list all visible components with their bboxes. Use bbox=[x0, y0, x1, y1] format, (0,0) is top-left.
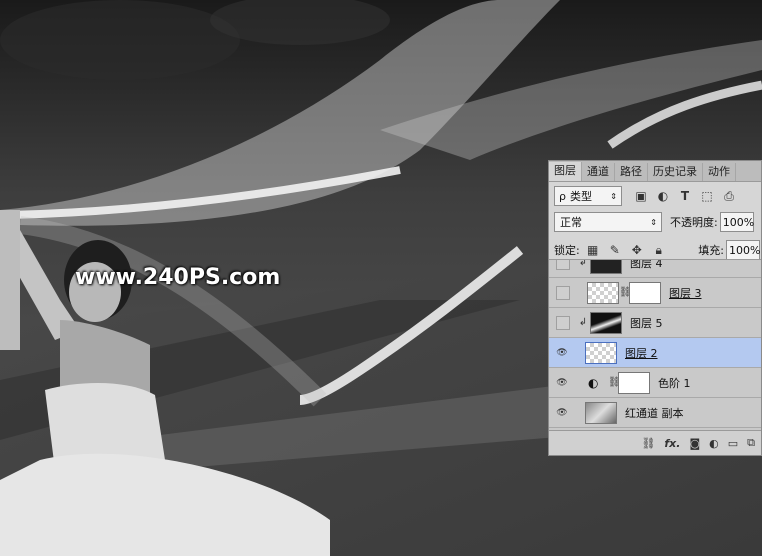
adjustment-levels-icon: ◐ bbox=[588, 375, 599, 390]
search-icon: ρ bbox=[559, 189, 566, 203]
tab-paths[interactable]: 路径 bbox=[615, 163, 648, 181]
layer-thumbnail bbox=[590, 260, 622, 274]
opacity-input[interactable]: 100% bbox=[719, 212, 754, 232]
fill-input[interactable]: 100% bbox=[726, 240, 760, 260]
lock-paint-icon[interactable]: ✎ bbox=[608, 243, 622, 257]
panel-tabs: 图层 通道 路径 历史记录 动作 bbox=[549, 161, 761, 182]
tab-channels[interactable]: 通道 bbox=[582, 163, 615, 181]
tab-history[interactable]: 历史记录 bbox=[648, 163, 703, 181]
kind-label: 类型 bbox=[569, 190, 592, 203]
clip-arrow-icon: ↲ bbox=[578, 259, 588, 268]
layer-name: 红通道 副本 bbox=[625, 406, 684, 420]
visibility-toggle[interactable] bbox=[556, 285, 570, 300]
tab-actions[interactable]: 动作 bbox=[703, 163, 736, 181]
add-mask-icon[interactable]: ◙ bbox=[689, 437, 700, 450]
layer-name: 图层 3 bbox=[669, 286, 702, 300]
fill-label: 填充: bbox=[698, 244, 724, 257]
lock-move-icon[interactable]: ✥ bbox=[630, 243, 644, 257]
lock-transparent-icon[interactable]: ▦ bbox=[586, 243, 600, 257]
layer-mask-thumbnail bbox=[629, 281, 661, 304]
layer-kind-filter[interactable]: ρ 类型 ⇕ bbox=[554, 186, 622, 206]
fx-icon[interactable]: fx. bbox=[664, 437, 680, 450]
panel-bottom-bar: ⛓ fx. ◙ ◐ ▭ ⧉ bbox=[549, 430, 761, 455]
layer-name: 色阶 1 bbox=[658, 376, 691, 390]
adjustment-layer-icon[interactable]: ◐ bbox=[709, 437, 719, 450]
layer-thumbnail bbox=[587, 281, 619, 304]
new-layer-icon[interactable]: ⧉ bbox=[747, 436, 755, 450]
chain-link-icon: ⛓ bbox=[619, 287, 632, 298]
blend-mode-select[interactable]: 正常 ⇕ bbox=[554, 212, 662, 232]
smart-object-filter-icon[interactable]: ⎙ bbox=[722, 189, 736, 203]
layer-name: 图层 5 bbox=[630, 316, 663, 330]
link-layers-icon[interactable]: ⛓ bbox=[641, 437, 655, 450]
layer-thumbnail bbox=[585, 341, 617, 364]
updown-arrows-icon: ⇕ bbox=[650, 217, 657, 227]
layers-list: ↲ 图层 4 ⛓ 图层 3 ↲ 图层 5 👁︎ 图层 2 👁︎ ◐ ⛓ 色阶 1… bbox=[549, 259, 761, 432]
adjustment-filter-icon[interactable]: ◐ bbox=[656, 189, 670, 203]
layer-row[interactable]: 👁︎ 红通道 副本 bbox=[549, 398, 761, 428]
eye-icon[interactable]: 👁︎ bbox=[556, 377, 568, 389]
new-group-icon[interactable]: ▭ bbox=[728, 437, 738, 450]
visibility-toggle[interactable] bbox=[556, 315, 570, 330]
layer-thumbnail bbox=[585, 401, 617, 424]
clip-arrow-icon: ↲ bbox=[578, 317, 588, 328]
tab-layers[interactable]: 图层 bbox=[549, 162, 582, 181]
opacity-label: 不透明度: bbox=[670, 216, 718, 229]
blend-mode-value: 正常 bbox=[560, 216, 582, 229]
type-filter-icon[interactable]: T bbox=[678, 189, 692, 203]
eye-icon[interactable]: 👁︎ bbox=[556, 347, 568, 359]
layers-panel: 图层 通道 路径 历史记录 动作 ρ 类型 ⇕ ▣ ◐ T ⬚ ⎙ 正常 ⇕ 不… bbox=[548, 160, 762, 456]
chain-link-icon: ⛓ bbox=[608, 377, 621, 388]
layer-row[interactable]: ↲ 图层 5 bbox=[549, 308, 761, 338]
layer-row[interactable]: ↲ 图层 4 bbox=[549, 259, 761, 278]
visibility-toggle[interactable] bbox=[556, 260, 570, 270]
shape-filter-icon[interactable]: ⬚ bbox=[700, 189, 714, 203]
updown-arrows-icon: ⇕ bbox=[610, 191, 617, 201]
layer-name: 图层 4 bbox=[630, 259, 663, 270]
layer-row[interactable]: 👁︎ ◐ ⛓ 色阶 1 bbox=[549, 368, 761, 398]
image-filter-icon[interactable]: ▣ bbox=[634, 189, 648, 203]
layer-row[interactable]: ⛓ 图层 3 bbox=[549, 278, 761, 308]
layer-name: 图层 2 bbox=[625, 346, 658, 360]
eye-icon[interactable]: 👁︎ bbox=[556, 407, 568, 419]
layer-row-selected[interactable]: 👁︎ 图层 2 bbox=[549, 338, 761, 368]
layer-thumbnail bbox=[590, 311, 622, 334]
layer-mask-thumbnail bbox=[618, 371, 650, 394]
lock-label: 锁定: bbox=[554, 244, 580, 257]
lock-all-icon[interactable]: 🔒︎ bbox=[652, 243, 666, 257]
watermark-text: www.240PS.com bbox=[75, 265, 281, 290]
